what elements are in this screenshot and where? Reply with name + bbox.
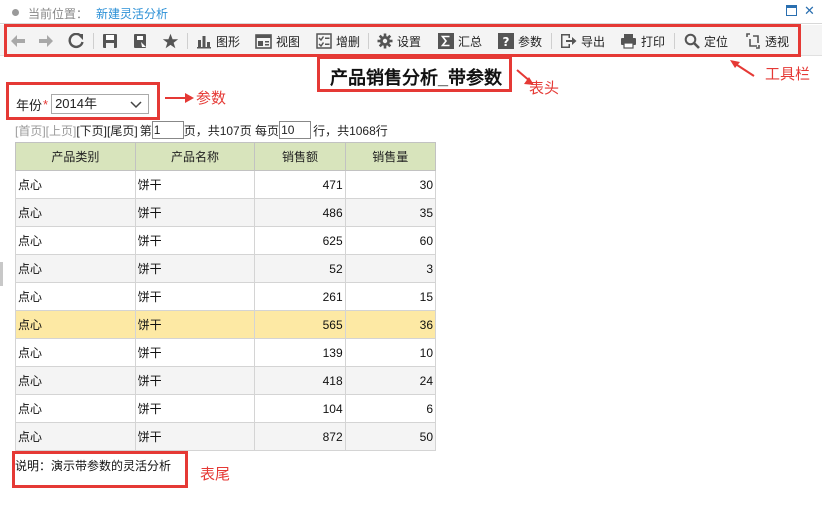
table-cell: 饼干 <box>134 226 256 255</box>
header-highlight-box <box>317 56 512 92</box>
column-header[interactable]: 产品类别 <box>15 142 136 171</box>
table-cell: 625 <box>254 226 346 255</box>
column-header[interactable]: 销售额 <box>254 142 346 171</box>
table-row[interactable]: 点心 饼干 625 60 <box>15 226 437 255</box>
table-cell: 点心 <box>15 310 136 339</box>
table-row[interactable]: 点心 饼干 872 50 <box>15 422 437 451</box>
last-page-link[interactable]: [尾页] <box>107 122 138 139</box>
table-cell: 饼干 <box>134 198 256 227</box>
table-row[interactable]: 点心 饼干 52 3 <box>15 254 437 283</box>
footer-annotation: 表尾 <box>200 466 231 483</box>
table-cell: 点心 <box>15 198 136 227</box>
table-cell: 饼干 <box>134 254 256 283</box>
table-cell: 饼干 <box>134 282 256 311</box>
column-header[interactable]: 产品名称 <box>134 142 256 171</box>
table-cell: 3 <box>344 254 437 283</box>
table-row-selected[interactable]: 点心 饼干 565 36 <box>15 310 437 339</box>
table-row[interactable]: 点心 饼干 139 10 <box>15 338 437 367</box>
table-cell: 872 <box>254 422 346 451</box>
table-cell: 点心 <box>15 422 136 451</box>
table-header-row: 产品类别 产品名称 销售额 销售量 <box>15 142 437 171</box>
page-number-input[interactable]: 1 <box>151 121 184 139</box>
table-cell: 点心 <box>15 226 136 255</box>
toolbar-annotation: 工具栏 <box>765 66 811 83</box>
param-annotation-arrow <box>165 93 194 103</box>
table-cell: 418 <box>254 366 346 395</box>
location-dot-icon <box>12 9 19 16</box>
location-bar: 当前位置： 新建灵活分析 ✕ <box>0 0 822 24</box>
table-cell: 35 <box>344 198 437 227</box>
header-annotation: 表头 <box>529 80 560 97</box>
toolbar-highlight-box <box>4 24 801 57</box>
table-cell: 60 <box>344 226 437 255</box>
table-cell: 24 <box>344 366 437 395</box>
table-cell: 饼干 <box>134 338 256 367</box>
next-page-link[interactable]: [下页] <box>76 122 107 139</box>
toolbar-annotation-arrow <box>730 60 755 77</box>
table-cell: 471 <box>254 170 346 199</box>
table-cell: 点心 <box>15 366 136 395</box>
param-annotation: 参数 <box>196 90 227 107</box>
table-cell: 30 <box>344 170 437 199</box>
table-cell: 点心 <box>15 170 136 199</box>
table-row[interactable]: 点心 饼干 486 35 <box>15 198 437 227</box>
table-cell: 饼干 <box>134 366 256 395</box>
table-cell: 6 <box>344 394 437 423</box>
table-cell: 饼干 <box>134 310 256 339</box>
table-row[interactable]: 点心 饼干 261 15 <box>15 282 437 311</box>
table-cell: 36 <box>344 310 437 339</box>
table-cell: 饼干 <box>134 422 256 451</box>
table-cell: 15 <box>344 282 437 311</box>
table-cell: 104 <box>254 394 346 423</box>
table-cell: 261 <box>254 282 346 311</box>
sales-table: 产品类别 产品名称 销售额 销售量 点心 饼干 471 30 点心 饼干 486 35 点心… <box>15 142 437 451</box>
table-cell: 565 <box>254 310 346 339</box>
page-prefix: 第 <box>139 123 152 138</box>
table-cell: 139 <box>254 338 346 367</box>
footer-highlight-box <box>12 451 188 488</box>
maximize-icon[interactable] <box>786 5 797 16</box>
page-suffix: 页，共107页 每页 <box>183 123 280 138</box>
column-header[interactable]: 销售量 <box>344 142 437 171</box>
table-row[interactable]: 点心 饼干 104 6 <box>15 394 437 423</box>
table-cell: 点心 <box>15 282 136 311</box>
per-page-suffix: 行，共1068行 <box>313 123 388 138</box>
table-cell: 点心 <box>15 394 136 423</box>
param-highlight-box <box>6 82 160 120</box>
location-label: 当前位置： <box>28 7 89 21</box>
location-link[interactable]: 新建灵活分析 <box>96 5 168 22</box>
table-cell: 52 <box>254 254 346 283</box>
table-row[interactable]: 点心 饼干 471 30 <box>15 170 437 199</box>
first-page-link[interactable]: [首页] <box>15 122 46 139</box>
prev-page-link[interactable]: [上页] <box>46 122 77 139</box>
table-cell: 饼干 <box>134 394 256 423</box>
table-row[interactable]: 点心 饼干 418 24 <box>15 366 437 395</box>
table-cell: 50 <box>344 422 437 451</box>
table-cell: 点心 <box>15 254 136 283</box>
per-page-input[interactable]: 10 <box>279 121 312 139</box>
table-cell: 486 <box>254 198 346 227</box>
pagination: [首页] [上页] [下页] [尾页] 第 1 页，共107页 每页 10 行，… <box>15 121 388 139</box>
table-cell: 饼干 <box>134 170 256 199</box>
close-icon[interactable]: ✕ <box>804 4 815 17</box>
side-splitter-handle[interactable] <box>0 262 3 286</box>
table-cell: 10 <box>344 338 437 367</box>
table-cell: 点心 <box>15 338 136 367</box>
